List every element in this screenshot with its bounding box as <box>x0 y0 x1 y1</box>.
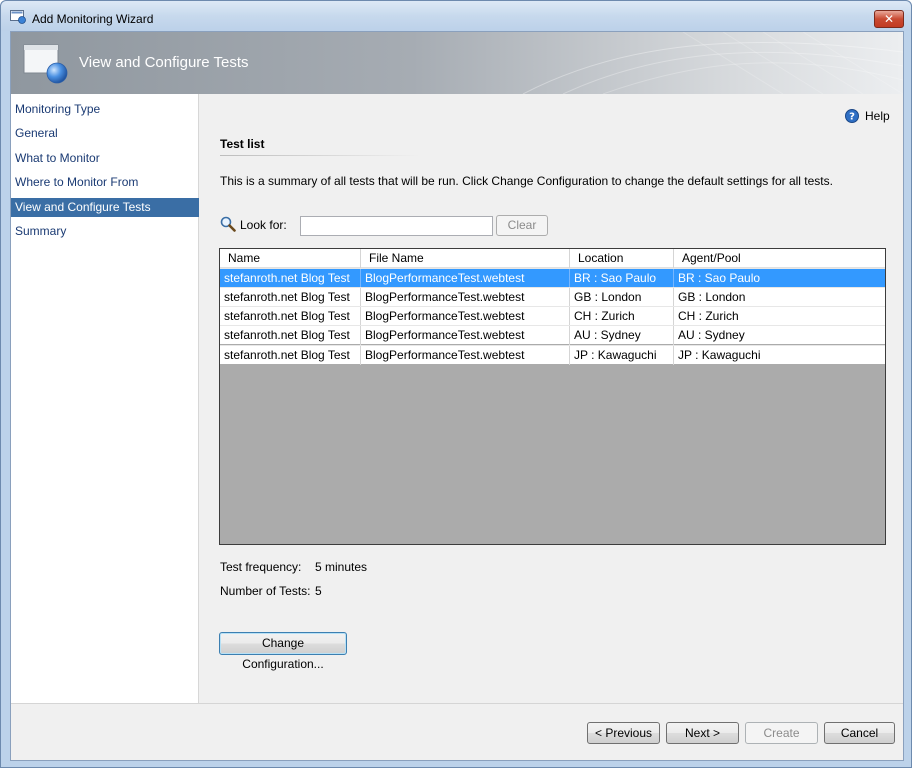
magnifier-icon <box>220 216 236 232</box>
cell-location: GB : London <box>569 288 673 307</box>
cancel-button[interactable]: Cancel <box>824 722 895 744</box>
cell-name: stefanroth.net Blog Test <box>224 290 350 304</box>
wizard-steps-nav: Monitoring Type General What to Monitor … <box>11 94 199 703</box>
cell-location: CH : Zurich <box>569 307 673 326</box>
grid-header-row: Name File Name Location Agent/Pool <box>220 249 885 268</box>
cell-file-name: BlogPerformanceTest.webtest <box>360 288 569 307</box>
wizard-monitor-icon <box>23 44 68 84</box>
change-configuration-button[interactable]: Change Configuration... <box>219 632 347 671</box>
wizard-window: Add Monitoring Wizard ✕ View and Configu… <box>0 0 912 768</box>
cell-agent-pool: AU : Sydney <box>673 326 885 345</box>
wizard-banner: View and Configure Tests <box>11 32 903 94</box>
table-row[interactable]: stefanroth.net Blog Test BlogPerformance… <box>220 325 885 345</box>
number-of-tests-label: Number of Tests: <box>220 584 311 598</box>
window-title: Add Monitoring Wizard <box>32 12 154 26</box>
nav-step-what-to-monitor[interactable]: What to Monitor <box>11 149 199 168</box>
cell-file-name: BlogPerformanceTest.webtest <box>360 269 569 288</box>
help-link[interactable]: ? Help <box>845 108 891 124</box>
nav-step-summary[interactable]: Summary <box>11 222 199 241</box>
clear-button[interactable]: Clear <box>496 215 548 236</box>
cell-name: stefanroth.net Blog Test <box>224 328 350 342</box>
number-of-tests-value: 5 <box>315 584 322 598</box>
column-header-name[interactable]: Name <box>220 249 360 268</box>
cell-location: AU : Sydney <box>569 326 673 345</box>
cell-agent-pool: JP : Kawaguchi <box>673 346 885 365</box>
create-button[interactable]: Create <box>745 722 818 744</box>
section-summary: This is a summary of all tests that will… <box>220 174 833 188</box>
cell-name: stefanroth.net Blog Test <box>224 348 350 362</box>
cell-file-name: BlogPerformanceTest.webtest <box>360 346 569 365</box>
svg-text:?: ? <box>849 112 855 123</box>
column-header-agent-pool[interactable]: Agent/Pool <box>673 249 885 268</box>
test-frequency-value: 5 minutes <box>315 560 368 574</box>
nav-step-where-to-monitor-from[interactable]: Where to Monitor From <box>11 173 199 192</box>
nav-step-general[interactable]: General <box>11 124 199 143</box>
close-icon: ✕ <box>883 12 895 26</box>
wizard-client-area: View and Configure Tests Monitoring Type… <box>10 31 904 761</box>
test-frequency-label: Test frequency: <box>220 560 302 574</box>
cell-name: stefanroth.net Blog Test <box>224 271 350 285</box>
nav-step-monitoring-type[interactable]: Monitoring Type <box>11 100 199 119</box>
help-label: Help <box>865 109 890 123</box>
wizard-footer: < Previous Next > Create Cancel <box>11 704 903 760</box>
table-row[interactable]: stefanroth.net Blog Test BlogPerformance… <box>220 268 885 288</box>
section-divider <box>220 155 420 156</box>
banner-decoration <box>522 32 903 94</box>
title-bar[interactable]: Add Monitoring Wizard ✕ <box>1 1 911 31</box>
cell-agent-pool: CH : Zurich <box>673 307 885 326</box>
close-button[interactable]: ✕ <box>874 10 904 28</box>
look-for-input[interactable] <box>300 216 493 236</box>
cell-location: BR : Sao Paulo <box>569 269 673 288</box>
column-header-file-name[interactable]: File Name <box>360 249 569 268</box>
previous-button[interactable]: < Previous <box>587 722 660 744</box>
table-row[interactable]: stefanroth.net Blog Test BlogPerformance… <box>220 345 885 365</box>
look-for-label: Look for: <box>240 218 287 232</box>
cell-file-name: BlogPerformanceTest.webtest <box>360 326 569 345</box>
cell-agent-pool: BR : Sao Paulo <box>673 269 885 288</box>
next-button[interactable]: Next > <box>666 722 739 744</box>
app-icon <box>10 10 26 24</box>
nav-step-view-and-configure-tests[interactable]: View and Configure Tests <box>11 198 199 217</box>
cell-agent-pool: GB : London <box>673 288 885 307</box>
page-title: View and Configure Tests <box>79 54 249 71</box>
wizard-main-panel: ? Help Test list This is a summary of al… <box>200 94 903 703</box>
cell-name: stefanroth.net Blog Test <box>224 309 350 323</box>
cell-location: JP : Kawaguchi <box>569 346 673 365</box>
column-header-location[interactable]: Location <box>569 249 673 268</box>
table-row[interactable]: stefanroth.net Blog Test BlogPerformance… <box>220 306 885 326</box>
table-row[interactable]: stefanroth.net Blog Test BlogPerformance… <box>220 287 885 307</box>
help-icon: ? <box>845 109 859 123</box>
test-list-grid: Name File Name Location Agent/Pool stefa… <box>219 248 886 545</box>
section-title: Test list <box>220 137 265 151</box>
cell-file-name: BlogPerformanceTest.webtest <box>360 307 569 326</box>
